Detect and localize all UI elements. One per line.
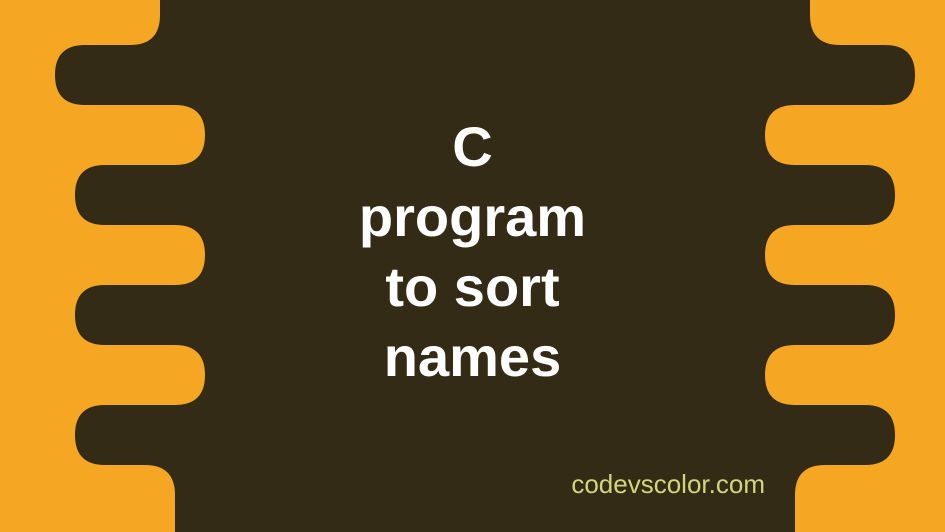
main-title: C program to sort names [359, 112, 586, 392]
credit-text: codevscolor.com [571, 469, 765, 500]
